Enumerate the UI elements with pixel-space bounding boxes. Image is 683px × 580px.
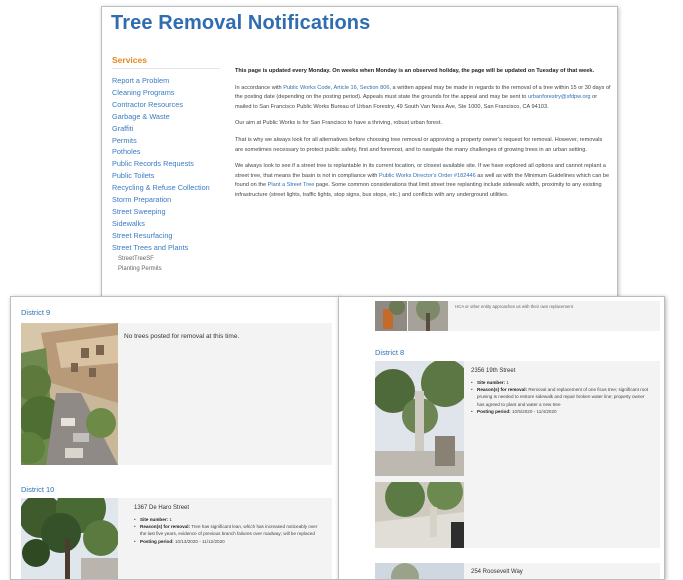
site-number-item: Site number: 1 (471, 379, 651, 386)
district-8-heading: District 8 (375, 348, 405, 357)
previous-entry-photo-2 (408, 301, 448, 331)
district-9-street-photo (21, 323, 118, 465)
next-entry-photo (375, 563, 464, 579)
posting-period-item: Posting period: 10/13/2020 - 11/12/2020 (134, 538, 324, 545)
district-8-card: 2356 19th Street Site number: 1 Reason(s… (375, 361, 660, 548)
site-number-item: Site number: 1 (134, 516, 324, 523)
site-number-value: 1 (506, 380, 509, 385)
removal-reason-item: Reason(s) for removal: Removal and repla… (471, 386, 651, 408)
district-8-tree-photo (375, 361, 464, 476)
public-works-code-link[interactable]: Public Works Code, Article 16, Section 8… (283, 85, 389, 91)
posting-period-value: 10/5/2020 - 11/4/2020 (511, 408, 557, 414)
urban-forestry-email-link[interactable]: urbanforestry@sfdpw.org (528, 94, 591, 100)
previous-entry-card: HCA or other entity approaches us with t… (375, 301, 660, 331)
sidebar-subitem-streettreesf[interactable]: StreetTreeSF (112, 254, 220, 264)
sidebar-item-sidewalks[interactable]: Sidewalks (112, 218, 220, 230)
removal-reason-label: Reason(s) for removal: (477, 387, 528, 393)
sidebar-item-cleaning-programs[interactable]: Cleaning Programs (112, 87, 220, 99)
sidebar-item-recycling[interactable]: Recycling & Refuse Collection (112, 182, 220, 194)
sidebar-heading: Services (112, 55, 220, 69)
services-sidebar: Services Report a Problem Cleaning Progr… (112, 55, 220, 274)
sidebar-item-street-resurfacing[interactable]: Street Resurfacing (112, 230, 220, 242)
plant-a-street-tree-link[interactable]: Plant a Street Tree (268, 182, 315, 188)
content-body: This page is updated every Monday. On we… (235, 67, 611, 207)
removal-reason-label: Reason(s) for removal: (140, 524, 191, 530)
removal-reason-item: Reason(s) for removal: Tree has signific… (134, 523, 324, 537)
district-panel-right: HCA or other entity approaches us with t… (338, 296, 665, 580)
district-9-card: No trees posted for removal at this time… (21, 323, 332, 465)
posting-period-item: Posting period: 10/5/2020 - 11/4/2020 (471, 408, 651, 415)
sidebar-item-permits[interactable]: Permits (112, 135, 220, 147)
sidebar-item-report-a-problem[interactable]: Report a Problem (112, 75, 220, 87)
replant-paragraph: We always look to see if a street tree i… (235, 162, 611, 200)
next-entry-card: 254 Roosevelt Way (375, 563, 660, 579)
district-9-heading: District 9 (21, 308, 51, 317)
main-page-panel: Tree Removal Notifications Services Repo… (101, 6, 618, 340)
district-10-tree-photo (21, 498, 118, 579)
update-notice: This page is updated every Monday. On we… (235, 68, 595, 74)
posting-period-label: Posting period: (477, 408, 511, 414)
sidebar-item-contractor-resources[interactable]: Contractor Resources (112, 99, 220, 111)
page-title: Tree Removal Notifications (111, 12, 371, 34)
sidebar-item-potholes[interactable]: Potholes (112, 146, 220, 158)
sidebar-item-graffiti[interactable]: Graffiti (112, 123, 220, 135)
appeal-text-a: In accordance with (235, 84, 284, 91)
alternatives-paragraph: That is why we always look for all alter… (235, 137, 603, 153)
aim-paragraph: Our aim at Public Works is for San Franc… (235, 120, 442, 127)
sidebar-item-garbage-waste[interactable]: Garbage & Waste (112, 111, 220, 123)
next-entry-address: 254 Roosevelt Way (471, 569, 523, 575)
district-10-heading: District 10 (21, 485, 55, 494)
district-10-card: 1367 De Haro Street Site number: 1 Reaso… (21, 498, 332, 579)
sidebar-item-storm-preparation[interactable]: Storm Preparation (112, 194, 220, 206)
sidebar-subitem-planting-permits[interactable]: Planting Permits (112, 264, 220, 274)
sidebar-item-street-trees[interactable]: Street Trees and Plants (112, 242, 220, 254)
previous-entry-text: HCA or other entity approaches us with t… (455, 304, 573, 309)
sidebar-item-street-sweeping[interactable]: Street Sweeping (112, 206, 220, 218)
site-number-label: Site number: (477, 380, 506, 385)
no-trees-message: No trees posted for removal at this time… (124, 333, 240, 340)
directors-order-link[interactable]: Public Works Director's Order #182446 (379, 173, 476, 179)
sidebar-item-public-toilets[interactable]: Public Toilets (112, 170, 220, 182)
site-number-value: 1 (169, 517, 172, 522)
sidebar-item-public-records[interactable]: Public Records Requests (112, 158, 220, 170)
posting-period-label: Posting period: (140, 538, 174, 544)
district-8-sidewalk-photo (375, 482, 464, 548)
district-10-details: Site number: 1 Reason(s) for removal: Tr… (134, 516, 324, 545)
posting-period-value: 10/13/2020 - 11/12/2020 (174, 538, 225, 544)
district-8-address: 2356 19th Street (471, 368, 516, 374)
district-8-details: Site number: 1 Reason(s) for removal: Re… (471, 379, 651, 415)
district-panel-left: District 9 No trees posted for removal a… (10, 296, 340, 580)
district-10-address: 1367 De Haro Street (134, 505, 190, 511)
site-number-label: Site number: (140, 517, 169, 522)
appeal-paragraph: In accordance with Public Works Code, Ar… (235, 84, 611, 112)
previous-entry-photo-1 (375, 301, 407, 331)
